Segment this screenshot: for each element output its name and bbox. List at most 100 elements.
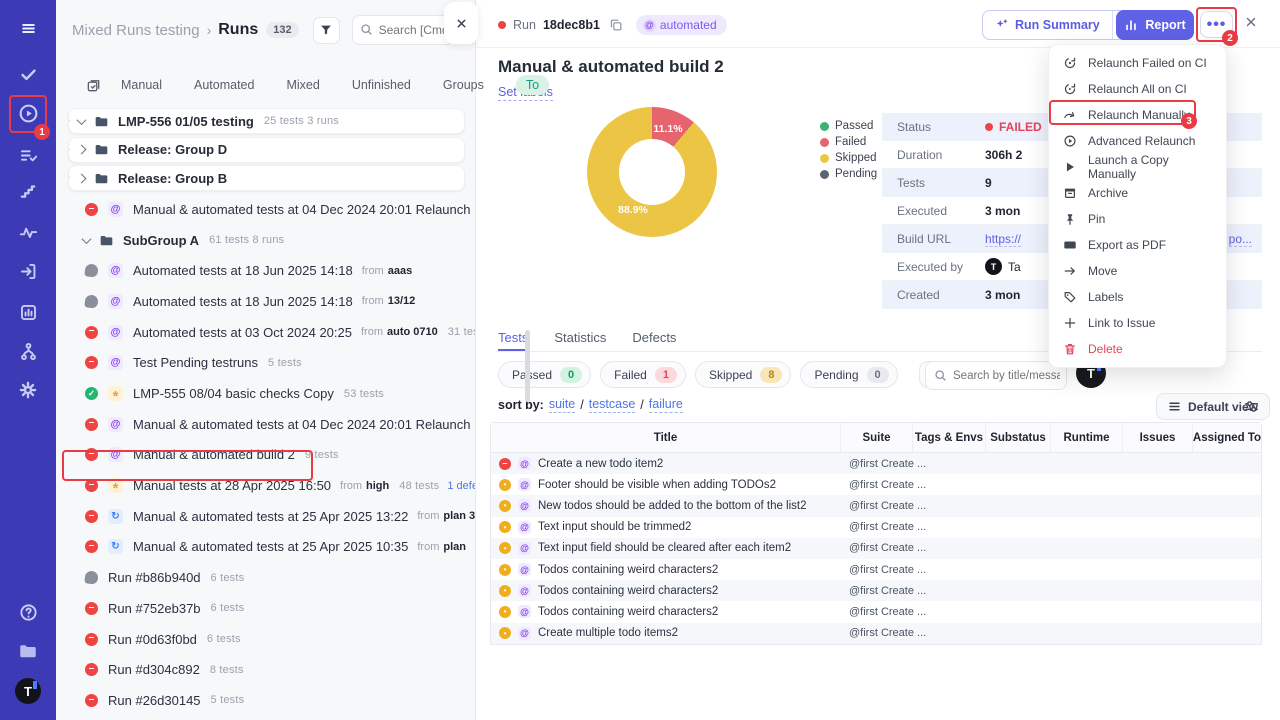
steps-icon[interactable]	[0, 174, 56, 208]
run-list-item[interactable]: Release: Group D	[68, 137, 465, 163]
run-list-item[interactable]: Run #d304c892 8 tests	[56, 654, 475, 685]
menu-relaunch-all-ci[interactable]: Relaunch All on CI	[1049, 76, 1226, 102]
user-avatar[interactable]: T	[0, 674, 56, 708]
run-list-item[interactable]: Manual & automated tests at 25 Apr 2025 …	[56, 501, 475, 532]
run-list-item[interactable]: Automated tests at 18 Jun 2025 14:18 fro…	[56, 255, 475, 286]
tab-unfinished[interactable]: Unfinished	[352, 78, 411, 92]
tab-mixed[interactable]: Mixed	[286, 78, 319, 92]
menu-relaunch-manually[interactable]: Relaunch Manually	[1049, 102, 1226, 128]
run-list-item[interactable]: LMP-555 08/04 basic checks Copy 53 tests	[56, 378, 475, 409]
table-row[interactable]: Todos containing weird characters2 @firs…	[491, 559, 1261, 580]
run-list-item[interactable]: LMP-556 01/05 testing 25 tests 3 runs	[68, 108, 465, 134]
run-list-item[interactable]: Manual & automated tests at 04 Dec 2024 …	[56, 409, 475, 440]
table-row[interactable]: Create multiple todo items2 @first Creat…	[491, 623, 1261, 644]
menu-advanced-relaunch[interactable]: Advanced Relaunch	[1049, 128, 1226, 154]
check-icon[interactable]	[0, 57, 56, 91]
tab-todo[interactable]: To	[516, 75, 549, 95]
run-list-item[interactable]: Run #752eb37b 6 tests	[56, 593, 475, 624]
col-title[interactable]: Title	[491, 423, 841, 452]
table-row[interactable]: New todos should be added to the bottom …	[491, 495, 1261, 516]
filter-button[interactable]	[313, 17, 340, 44]
build-url-link[interactable]: https://	[985, 232, 1021, 247]
tab-groups[interactable]: Groups	[443, 78, 484, 92]
sort-by-failure[interactable]: failure	[649, 397, 683, 413]
tab-automated[interactable]: Automated	[194, 78, 254, 92]
sort-by-suite[interactable]: suite	[549, 397, 575, 413]
list-check-icon[interactable]	[0, 138, 56, 172]
help-icon[interactable]	[0, 595, 56, 629]
run-list-item[interactable]: Run #26d30145 5 tests	[56, 685, 475, 716]
chart-box-icon[interactable]	[0, 295, 56, 329]
table-row[interactable]: Todos containing weird characters2 @firs…	[491, 580, 1261, 601]
tab-manual[interactable]: Manual	[121, 78, 162, 92]
scrollbar-thumb[interactable]	[525, 330, 530, 402]
tests-table-header: Title Suite Tags & Envs Substatus Runtim…	[491, 423, 1261, 453]
col-substatus[interactable]: Substatus	[986, 423, 1051, 452]
menu-labels[interactable]: Labels	[1049, 284, 1226, 310]
run-detail-header: Run 18dec8b1 @automated Run Summary ••• …	[476, 0, 1280, 48]
run-list-item[interactable]: Automated tests at 03 Oct 2024 20:25 fro…	[56, 317, 475, 348]
defects-link[interactable]: 1 defects	[447, 480, 475, 492]
close-icon[interactable]	[1244, 15, 1258, 29]
report-button[interactable]: Report	[1116, 10, 1194, 40]
pulse-icon[interactable]	[0, 215, 56, 249]
chip-failed[interactable]: Failed1	[600, 361, 686, 388]
table-row[interactable]: Create a new todo item2 @first Create ..…	[491, 453, 1261, 474]
run-list-item[interactable]: Manual & automated tests at 04 Dec 2024 …	[56, 194, 475, 225]
copy-icon[interactable]	[609, 18, 623, 32]
gear-icon[interactable]	[0, 373, 56, 407]
run-status-icon	[84, 263, 99, 278]
breadcrumb[interactable]: Mixed Runs testing	[72, 22, 200, 39]
col-runtime[interactable]: Runtime	[1051, 423, 1123, 452]
col-tags-envs[interactable]: Tags & Envs	[913, 423, 986, 452]
chevron-icon[interactable]	[77, 173, 87, 183]
chevron-icon[interactable]	[77, 115, 87, 125]
run-list-item[interactable]: Manual tests at 28 Apr 2025 16:50 from h…	[56, 470, 475, 501]
build-url-link-end[interactable]: po...	[1229, 232, 1252, 247]
menu-launch-copy[interactable]: Launch a Copy Manually	[1049, 154, 1226, 180]
run-list-item[interactable]: Manual & automated build 2 9 tests	[56, 440, 475, 471]
chip-skipped[interactable]: Skipped8	[695, 361, 792, 388]
chip-pending[interactable]: Pending0	[800, 361, 897, 388]
run-list-item[interactable]: Run #b86b940d 6 tests	[56, 562, 475, 593]
table-row[interactable]: Footer should be visible when adding TOD…	[491, 474, 1261, 495]
test-suite: @first Create ...	[841, 606, 1263, 618]
table-row[interactable]: Todos containing weird characters2 @firs…	[491, 601, 1261, 622]
run-list-item[interactable]: Test Pending testruns 5 tests	[56, 348, 475, 379]
branch-icon[interactable]	[0, 334, 56, 368]
chevron-icon[interactable]	[82, 234, 92, 244]
folder-icon[interactable]	[0, 634, 56, 668]
play-circle-icon[interactable]	[0, 96, 56, 130]
tab-tests[interactable]: Tests	[498, 330, 528, 351]
table-row[interactable]: Text input should be trimmed2 @first Cre…	[491, 517, 1261, 538]
menu-link-to-issue[interactable]: Link to Issue	[1049, 310, 1226, 336]
run-list-item[interactable]: Automated tests at 18 Jun 2025 14:18 fro…	[56, 286, 475, 317]
menu-delete[interactable]: Delete	[1049, 336, 1226, 362]
run-list-item[interactable]: Release: Group B	[68, 165, 465, 191]
panel-close-button[interactable]	[444, 2, 478, 44]
tab-defects[interactable]: Defects	[632, 330, 676, 351]
col-assigned-to[interactable]: Assigned To	[1193, 423, 1261, 452]
col-issues[interactable]: Issues	[1123, 423, 1193, 452]
more-actions-button[interactable]: •••	[1200, 11, 1233, 38]
menu-relaunch-failed-ci[interactable]: Relaunch Failed on CI	[1049, 50, 1226, 76]
view-settings-icon[interactable]	[1244, 399, 1259, 414]
select-all-icon[interactable]	[86, 78, 101, 93]
chevron-icon[interactable]	[77, 145, 87, 155]
chip-passed[interactable]: Passed0	[498, 361, 591, 388]
table-row[interactable]: Text input field should be cleared after…	[491, 538, 1261, 559]
run-list-item[interactable]: Run #0d63f0bd 6 tests	[56, 624, 475, 655]
menu-pin[interactable]: Pin	[1049, 206, 1226, 232]
menu-icon[interactable]	[0, 11, 56, 45]
tab-statistics[interactable]: Statistics	[554, 330, 606, 351]
run-list-item[interactable]: Manual & automated tests at 25 Apr 2025 …	[56, 532, 475, 563]
menu-move[interactable]: Move	[1049, 258, 1226, 284]
sort-by-testcase[interactable]: testcase	[589, 397, 636, 413]
run-status-icon	[85, 510, 98, 523]
import-icon[interactable]	[0, 254, 56, 288]
automated-badge[interactable]: @automated	[636, 15, 727, 35]
menu-export-pdf[interactable]: PDFExport as PDF	[1049, 232, 1226, 258]
run-list-item[interactable]: SubGroup A 61 tests 8 runs	[56, 225, 475, 256]
col-suite[interactable]: Suite	[841, 423, 913, 452]
menu-archive[interactable]: Archive	[1049, 180, 1226, 206]
